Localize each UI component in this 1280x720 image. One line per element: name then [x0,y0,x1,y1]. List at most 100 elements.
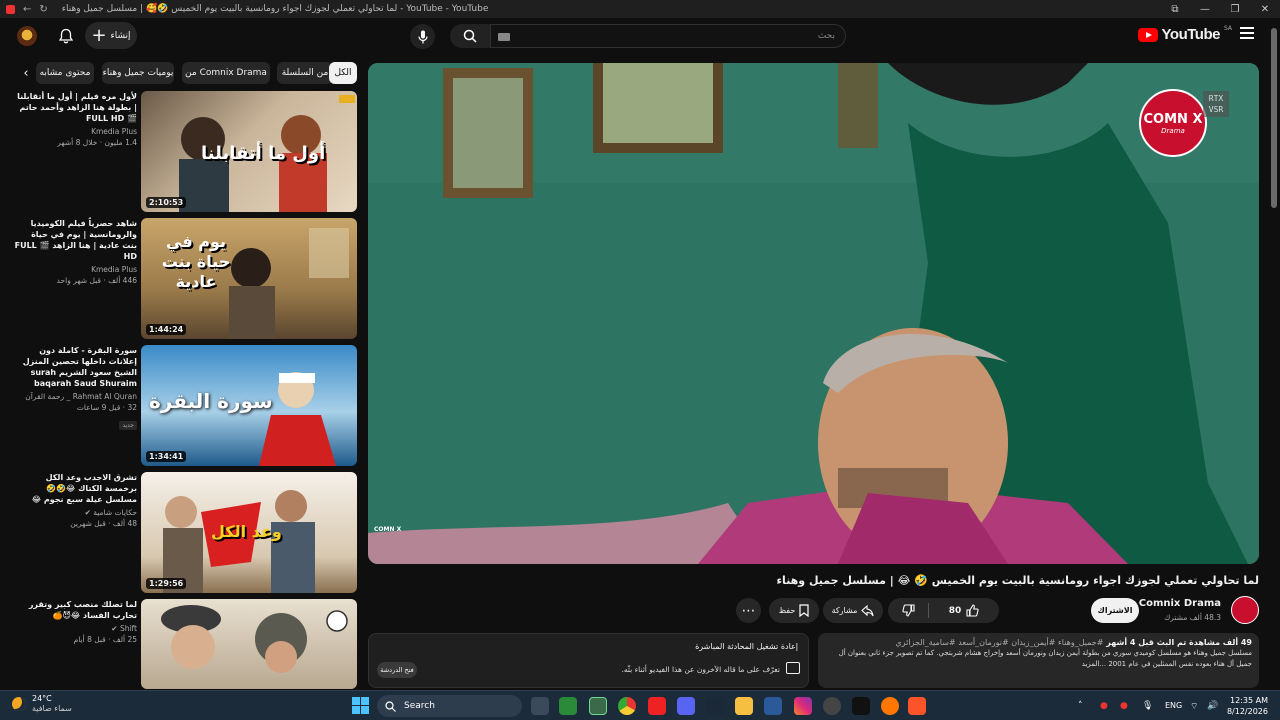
more-actions-button[interactable]: ⋯ [736,598,761,623]
steam-icon[interactable] [706,697,724,715]
windows-start-icon[interactable] [352,697,369,714]
view-date: 49 ألف مشاهدة تم البث قبل 4 أشهر [1106,638,1252,647]
chip-series-name[interactable]: يوميات جميل وهناء [102,62,174,84]
description-box[interactable]: 49 ألف مشاهدة تم البث قبل 4 أشهر #جميل_و… [818,633,1259,688]
recommendation-title[interactable]: شاهد حصرياً فيلم الكوميديا والرومانسية |… [14,218,137,262]
soundcloud-icon[interactable] [881,697,899,715]
guide-menu-icon[interactable] [1240,27,1254,39]
instagram-icon[interactable] [794,697,812,715]
voice-search-button[interactable] [410,24,435,49]
recommendation-item[interactable]: لما تصلك منصب كبير وتقرر تحارب الفساد 😂😈… [14,599,359,689]
recommendation-item[interactable]: شاهد حصرياً فيلم الكوميديا والرومانسية |… [14,218,359,340]
chip-similar[interactable]: محتوى مشابه [36,62,94,84]
volume-icon[interactable]: 🔊 [1207,701,1218,711]
app-icon[interactable] [764,697,782,715]
account-avatar[interactable] [17,26,37,46]
search-icon [463,29,477,43]
notifications-button[interactable] [57,26,75,46]
dislike-button[interactable] [888,598,928,623]
recommendation-thumbnail[interactable]: وعد الكل 1:29:56 [141,472,357,593]
scrollbar-thumb[interactable] [1271,28,1277,208]
page-scrollbar[interactable] [1268,18,1280,690]
description-stats: 49 ألف مشاهدة تم البث قبل 4 أشهر #جميل_و… [825,638,1252,647]
video-player[interactable]: COMN X Drama RTX VSR COMN X [368,63,1259,564]
thumbnail-caption: سورة البقرة [149,389,273,413]
search-input[interactable]: بحث [490,24,846,48]
recommendation-channel[interactable]: Shift ✔ [14,624,137,633]
microphone-icon[interactable]: 🎙 [1142,701,1153,711]
recommendation-item[interactable]: تشرق الاجدب وعد الكل برخمسة الكتاك 😂🤣🤣 م… [14,472,359,594]
file-explorer-icon[interactable] [735,697,753,715]
share-button[interactable]: مشاركة [823,598,883,623]
hashtags[interactable]: #جميل_وهناء #أيمن_زيدان #نورمان_أسعد #سا… [895,638,1103,647]
save-button[interactable]: حفظ [769,598,819,623]
tray-app-icon[interactable]: ● [1120,701,1128,711]
bell-icon [59,28,73,44]
subscribe-button[interactable]: الاشتراك [1091,598,1139,623]
recommendation-stats: 446 ألف · قبل شهر واحد [56,276,137,285]
clock-time: 12:35 AM [1230,696,1268,705]
chip-all[interactable]: الكل [329,62,357,84]
like-button[interactable]: 80 [929,598,999,623]
masthead: YouTube SA بحث + إنشاء [0,18,1280,54]
app-icon[interactable] [823,697,841,715]
tiktok-icon[interactable] [852,697,870,715]
recommendation-thumbnail[interactable]: سورة البقرة 1:34:41 [141,345,357,466]
video-title: لما تحاولي تعملي لجوزك اجواء رومانسية با… [776,574,1259,587]
tray-app-icon[interactable]: ● [1100,701,1108,711]
recommendation-meta: شاهد حصرياً فيلم الكوميديا والرومانسية |… [14,218,137,285]
reload-icon[interactable]: ↻ [39,4,47,15]
close-button[interactable]: ✕ [1250,4,1280,15]
task-view-icon[interactable] [531,697,549,715]
subscriber-count: 48.3 ألف مشترك [1164,613,1221,622]
weather-widget[interactable]: 24°C سماء صافية [12,694,72,714]
like-divider [928,603,929,618]
recommendation-item[interactable]: لأول مره فيلم | أول ما أتقابلنا | بطولة … [14,91,359,213]
create-button[interactable]: + إنشاء [85,22,137,49]
microphone-icon [417,30,428,43]
chip-from-channel[interactable]: من Comnix Drama [182,62,270,84]
chip-from-series[interactable]: من السلسلة [277,62,333,84]
taskbar-search[interactable]: Search [377,695,522,717]
save-label: حفظ [778,606,796,615]
language-indicator[interactable]: ENG [1165,701,1182,710]
channel-name[interactable]: Comnix Drama [1139,598,1221,609]
discord-icon[interactable] [677,697,695,715]
back-icon[interactable]: ← [23,4,31,15]
chrome-icon[interactable] [618,697,636,715]
extensions-icon[interactable]: ⧉ [1160,4,1190,15]
recommendation-title[interactable]: لما تصلك منصب كبير وتقرر تحارب الفساد 😂😈… [14,599,137,621]
recommendation-channel[interactable]: Kmedia Plus [14,265,137,274]
recommendation-thumbnail[interactable]: أول ما أتقابلنا 2:10:53 [141,91,357,212]
youtube-app-icon[interactable] [648,697,666,715]
youtube-logo[interactable]: YouTube SA [1137,25,1232,43]
chevron-up-icon[interactable]: ˄ [1078,701,1083,711]
search-button[interactable] [450,24,490,48]
recommendation-title[interactable]: تشرق الاجدب وعد الكل برخمسة الكتاك 😂🤣🤣 م… [14,472,137,505]
open-chat-button[interactable]: فتح الدردشة [377,662,417,678]
recommendation-title[interactable]: سورة البقرة - كاملة دون إعلانات داخلها ت… [14,345,137,389]
app-icon[interactable] [589,697,607,715]
recommendation-item[interactable]: سورة البقرة - كاملة دون إعلانات داخلها ت… [14,345,359,467]
share-label: مشاركة [831,606,858,615]
store-icon[interactable] [559,697,577,715]
recommendation-thumbnail[interactable]: يوم في حياة بنت عادية 1:44:24 [141,218,357,339]
maximize-button[interactable]: ❐ [1220,4,1250,15]
recommendation-channel[interactable]: Kmedia Plus [14,127,137,136]
brave-icon[interactable] [908,697,926,715]
recommendation-stats: 32 · قبل 9 ساعات [76,403,137,412]
logo-text: YouTube [1161,26,1221,43]
browser-titlebar: ← ↻ لما تحاولي تعملي لجوزك اجواء رومانسي… [0,0,1280,18]
keyboard-icon[interactable] [498,33,510,41]
clock[interactable]: 12:35 AM 8/12/2026 [1227,695,1268,717]
chevron-left-icon[interactable]: ‹ [14,62,38,84]
channel-watermark[interactable]: COMN X Drama [1139,89,1207,157]
recommendation-channel[interactable]: حكايات شامية ✔ [14,508,137,517]
recommendation-title[interactable]: لأول مره فيلم | أول ما أتقابلنا | بطولة … [14,91,137,124]
wifi-icon[interactable]: ⌔ [1190,701,1198,712]
recommendation-channel[interactable]: Rahmat Al Quran _ رحمة القرآن [14,392,137,401]
channel-avatar[interactable] [1231,596,1259,624]
recommendation-thumbnail[interactable] [141,599,357,689]
minimize-button[interactable]: — [1190,4,1220,15]
like-count: 80 [948,605,962,616]
